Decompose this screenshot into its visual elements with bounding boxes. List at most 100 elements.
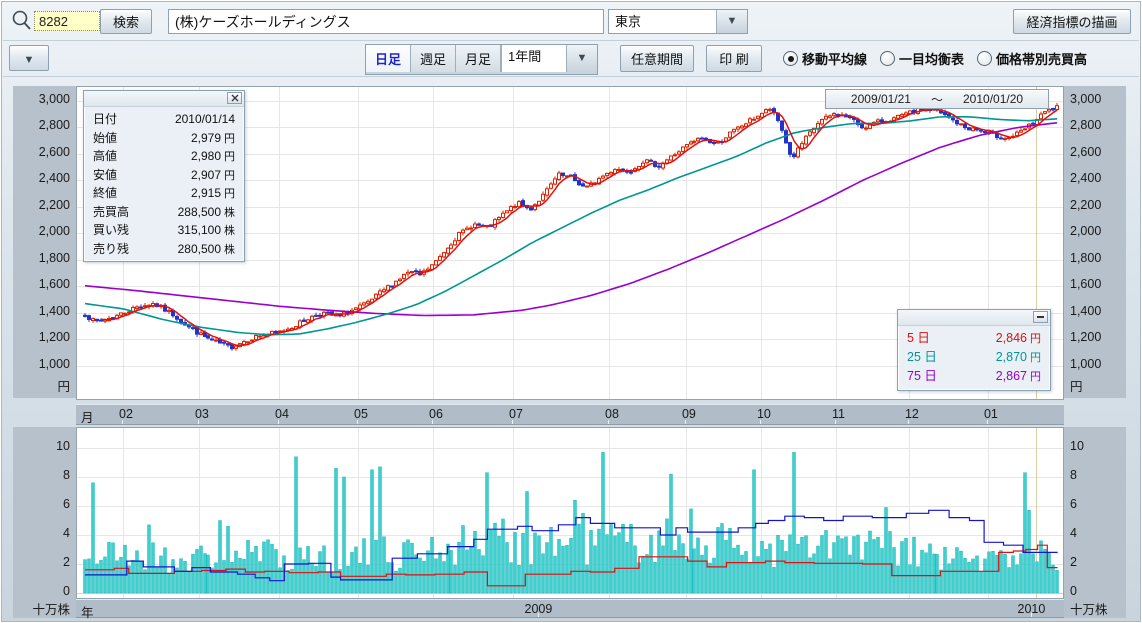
- y-axis-label: 10: [1070, 439, 1084, 453]
- row-label: 終値: [93, 184, 117, 203]
- y-axis-unit: 円: [1070, 376, 1083, 395]
- row-value: 2,907円: [191, 166, 235, 185]
- tab-daily[interactable]: 日足: [366, 45, 411, 72]
- y-axis-label: 8: [63, 468, 70, 482]
- y-axis-label: 2,200: [39, 198, 70, 212]
- row-label: 25 日: [907, 348, 937, 367]
- data-row: 75 日2,867円: [898, 367, 1050, 386]
- tab-weekly[interactable]: 週足: [411, 45, 456, 72]
- month-tick: [278, 420, 279, 424]
- search-button[interactable]: 検索: [100, 9, 152, 34]
- date-range-label: 2009/01/21～2010/01/20: [825, 89, 1049, 109]
- month-label: 02: [119, 407, 133, 421]
- ma-legend-box: 5 日2,846円25 日2,870円75 日2,867円: [897, 309, 1051, 391]
- row-value: 2,979円: [191, 129, 235, 148]
- month-band-label: 月: [81, 407, 94, 426]
- y-axis-label: 0: [1070, 584, 1077, 598]
- data-row: 日付2010/01/14: [84, 110, 244, 129]
- company-name-input[interactable]: [168, 9, 604, 34]
- overlay-radio-option-2[interactable]: 価格帯別売買高: [977, 49, 1087, 68]
- row-unit: 円: [224, 133, 235, 145]
- row-value: 288,500株: [178, 203, 235, 222]
- date-range-separator: ～: [931, 91, 943, 108]
- print-button[interactable]: 印 刷: [706, 45, 762, 72]
- minimize-icon[interactable]: [1033, 311, 1048, 323]
- row-value: 2,867円: [996, 367, 1041, 386]
- month-tick: [987, 420, 988, 424]
- row-label: 買い残: [93, 221, 129, 240]
- month-label: 08: [605, 407, 619, 421]
- row-label: 高値: [93, 147, 117, 166]
- price-axis-left: 3,0002,8002,6002,4002,2002,0001,8001,600…: [13, 86, 76, 398]
- month-label: 01: [984, 407, 998, 421]
- row-unit: 株: [224, 207, 235, 219]
- info-box-titlebar[interactable]: [84, 91, 244, 107]
- overlay-radio-option-0[interactable]: 移動平均線: [783, 49, 867, 68]
- volume-axis-left: 1086420十万株: [13, 427, 76, 618]
- y-axis-label: 0: [63, 584, 70, 598]
- economic-indicator-button[interactable]: 経済指標の描画: [1013, 9, 1131, 34]
- row-value: 315,100株: [178, 221, 235, 240]
- year-tick: [1031, 613, 1032, 617]
- month-label: 06: [429, 407, 443, 421]
- row-unit: 円: [224, 188, 235, 200]
- volume-axis-right: 1086420十万株: [1064, 427, 1126, 618]
- data-row: 売買高288,500株: [84, 203, 244, 222]
- y-axis-label: 2,400: [39, 171, 70, 185]
- price-chart-plot[interactable]: 2009/01/21～2010/01/20 日付2010/01/14始値2,97…: [76, 86, 1064, 400]
- row-unit: 円: [224, 151, 235, 163]
- dropdown-arrow-icon[interactable]: ▼: [716, 10, 747, 33]
- toolbar-secondary: ▼ 日足 週足 月足 1年間 ▼ 任意期間 印 刷 移動平均線一目均衡表価格帯別…: [3, 41, 1139, 77]
- month-tick: [608, 420, 609, 424]
- y-axis-unit: 円: [57, 376, 70, 395]
- row-value: 2,870円: [996, 348, 1041, 367]
- y-axis-label: 1,000: [1070, 357, 1101, 371]
- y-axis-label: 2,600: [39, 145, 70, 159]
- y-axis-label: 1,000: [39, 357, 70, 371]
- overlay-radio-group: 移動平均線一目均衡表価格帯別売買高: [783, 49, 1087, 68]
- month-label: 09: [682, 407, 696, 421]
- quote-info-box: 日付2010/01/14始値2,979円高値2,980円安値2,907円終値2,…: [83, 90, 245, 262]
- overlay-radio-label: 移動平均線: [802, 49, 867, 68]
- y-axis-label: 1,800: [1070, 251, 1101, 265]
- search-icon: [10, 9, 34, 33]
- y-axis-label: 2: [63, 555, 70, 569]
- month-tick: [835, 420, 836, 424]
- y-axis-label: 4: [1070, 526, 1077, 540]
- y-axis-label: 6: [1070, 497, 1077, 511]
- y-axis-label: 4: [63, 526, 70, 540]
- y-axis-label: 2,600: [1070, 145, 1101, 159]
- y-axis-label: 1,400: [1070, 304, 1101, 318]
- dropdown-arrow-icon[interactable]: ▼: [566, 45, 597, 72]
- stock-code-input[interactable]: [34, 11, 100, 31]
- row-unit: 株: [224, 225, 235, 237]
- y-axis-label: 2,200: [1070, 198, 1101, 212]
- month-label: 11: [832, 407, 845, 421]
- row-value: 280,500株: [178, 240, 235, 259]
- exchange-select[interactable]: 東京 ▼: [608, 9, 748, 34]
- close-icon[interactable]: [227, 92, 242, 104]
- radio-icon: [783, 51, 798, 66]
- volume-chart-plot[interactable]: [76, 427, 1064, 599]
- y-axis-label: 1,400: [39, 304, 70, 318]
- volume-chart-canvas[interactable]: [77, 428, 1063, 598]
- month-label: 07: [509, 407, 523, 421]
- custom-period-button[interactable]: 任意期間: [620, 45, 694, 72]
- data-row: 始値2,979円: [84, 129, 244, 148]
- data-row: 安値2,907円: [84, 166, 244, 185]
- tab-monthly[interactable]: 月足: [456, 45, 501, 72]
- month-label: 05: [354, 407, 368, 421]
- row-unit: 円: [1030, 352, 1041, 364]
- legend-box-titlebar[interactable]: [898, 310, 1050, 326]
- data-row: 高値2,980円: [84, 147, 244, 166]
- y-axis-label: 1,800: [39, 251, 70, 265]
- y-axis-unit: 十万株: [1070, 599, 1108, 618]
- range-select[interactable]: 1年間 ▼: [501, 45, 597, 72]
- row-value: 2,846円: [996, 329, 1041, 348]
- y-axis-label: 6: [63, 497, 70, 511]
- overlay-radio-option-1[interactable]: 一目均衡表: [880, 49, 964, 68]
- y-axis-label: 10: [56, 439, 70, 453]
- chart-menu-dropdown-button[interactable]: ▼: [9, 45, 49, 71]
- month-tick: [122, 420, 123, 424]
- data-row: 終値2,915円: [84, 184, 244, 203]
